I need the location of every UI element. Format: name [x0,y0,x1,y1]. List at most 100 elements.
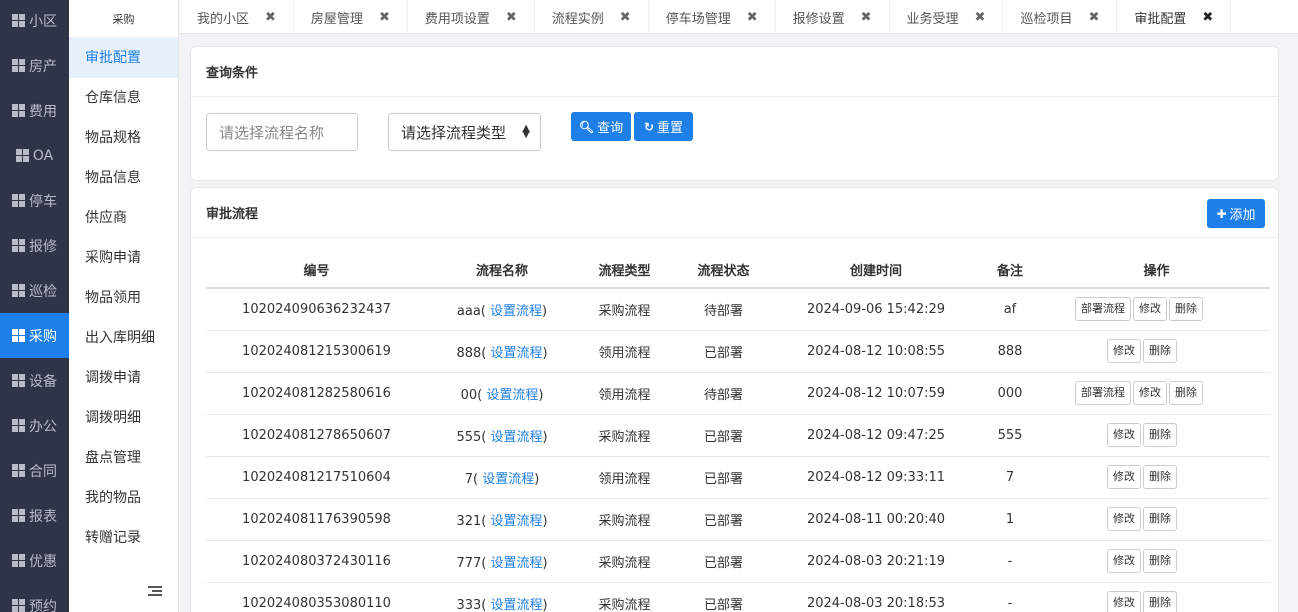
flow-name-input[interactable]: 请选择流程名称 [206,113,358,151]
edit-button[interactable]: 修改 [1133,381,1167,405]
nav-item-9[interactable]: 办公 [0,403,69,448]
flow-type-cell: 领用流程 [577,456,672,499]
edit-button[interactable]: 修改 [1107,339,1141,363]
edit-button[interactable]: 修改 [1107,507,1141,531]
nav-item-10[interactable]: 合同 [0,448,69,493]
nav-item-5[interactable]: 报修 [0,223,69,268]
set-flow-link[interactable]: 设置流程 [490,304,542,319]
close-icon[interactable]: ✖ [975,10,986,25]
sub-menu-item[interactable]: 供应商 [69,198,178,238]
delete-button[interactable]: 删除 [1143,339,1177,363]
sub-menu-item[interactable]: 出入库明细 [69,318,178,358]
sub-menu-item[interactable]: 审批配置 [69,38,178,78]
close-icon[interactable]: ✖ [265,10,276,25]
sub-menu-item[interactable]: 调拨申请 [69,358,178,398]
deploy-button[interactable]: 部署流程 [1075,381,1131,405]
nav-item-1[interactable]: 房产 [0,43,69,88]
sub-menu: 采购 审批配置 仓库信息 物品规格 物品信息 供应商 采购申请 物品领用 出入库明细 调拨申请调… [69,0,179,612]
search-button[interactable]: 🔍︎ 查询 [571,112,631,141]
sub-menu-item[interactable]: 转赠记录 [69,518,178,558]
set-flow-link[interactable]: 设置流程 [490,556,542,571]
created-time-cell: 2024-08-12 09:47:25 [775,414,977,457]
flow-status-cell: 已部署 [672,540,775,583]
sub-menu-item[interactable]: 物品信息 [69,158,178,198]
tab-item[interactable]: 审批配置 ✖ [1117,0,1232,34]
flow-status-cell: 已部署 [672,582,775,612]
paren-close: ) [542,555,548,571]
sub-menu-item[interactable]: 调拨明细 [69,398,178,438]
tab-item[interactable]: 巡检项目 ✖ [1003,0,1118,34]
flow-name: 7( [464,471,483,487]
delete-button[interactable]: 删除 [1143,549,1177,573]
set-flow-link[interactable]: 设置流程 [490,430,542,445]
grid-icon [12,509,25,522]
sub-menu-item[interactable]: 仓库信息 [69,78,178,118]
edit-button[interactable]: 修改 [1133,297,1167,322]
flow-type-cell: 采购流程 [577,540,672,583]
tab-item[interactable]: 停车场管理 ✖ [649,0,776,34]
close-icon[interactable]: ✖ [1202,10,1213,25]
remark-cell: af [977,288,1043,331]
column-header: 流程类型 [577,252,672,289]
set-flow-link[interactable]: 设置流程 [490,598,542,612]
set-flow-link[interactable]: 设置流程 [490,514,542,529]
nav-item-8[interactable]: 设备 [0,358,69,403]
collapse-menu-icon[interactable] [148,586,162,598]
deploy-button[interactable]: 部署流程 [1075,297,1131,322]
close-icon[interactable]: ✖ [379,10,390,25]
edit-button[interactable]: 修改 [1107,423,1141,447]
delete-button[interactable]: 删除 [1143,465,1177,489]
nav-item-label: 采购 [29,328,57,345]
edit-button[interactable]: 修改 [1107,591,1141,612]
grid-icon [12,464,25,477]
nav-item-6[interactable]: 巡检 [0,268,69,313]
actions-cell: 修改 删除 [1043,414,1270,457]
tab-item[interactable]: 报修设置 ✖ [776,0,890,34]
tab-item[interactable]: 费用项设置 ✖ [408,0,535,34]
edit-button[interactable]: 修改 [1107,549,1141,573]
delete-button[interactable]: 删除 [1143,507,1177,531]
delete-button[interactable]: 删除 [1143,423,1177,447]
flow-type-select[interactable]: 请选择流程类型 ▲ ▼ [388,113,541,151]
close-icon[interactable]: ✖ [1088,10,1099,25]
nav-item-11[interactable]: 报表 [0,493,69,538]
delete-button[interactable]: 删除 [1169,381,1203,405]
close-icon[interactable]: ✖ [861,10,872,25]
sub-menu-item[interactable]: 物品规格 [69,118,178,158]
flows-panel: 审批流程 ✚ 添加 编号 流程名称 流程类型 流程状态 创建时间 备注 操作 1020240… [190,187,1279,612]
remark-cell: 7 [977,456,1043,499]
sub-menu-item[interactable]: 盘点管理 [69,438,178,478]
grid-icon [15,149,29,162]
flow-name-cell: aaa( 设置流程) [427,288,577,331]
close-icon[interactable]: ✖ [620,10,631,25]
set-flow-link[interactable]: 设置流程 [486,388,538,403]
delete-button[interactable]: 删除 [1143,591,1177,612]
tab-item[interactable]: 业务受理 ✖ [890,0,1004,34]
edit-button[interactable]: 修改 [1107,465,1141,489]
flow-name-cell: 777( 设置流程) [427,540,577,583]
nav-item-0[interactable]: 小区 [0,0,69,43]
nav-item-2[interactable]: 费用 [0,88,69,133]
close-icon[interactable]: ✖ [506,10,517,25]
nav-item-4[interactable]: 停车 [0,178,69,223]
tab-label: 房屋管理 [310,11,363,27]
tab-item[interactable]: 房屋管理 ✖ [294,0,408,34]
flow-name: 00( [460,387,487,403]
sub-menu-item[interactable]: 物品领用 [69,278,178,318]
add-flow-button[interactable]: ✚ 添加 [1207,199,1265,228]
set-flow-link[interactable]: 设置流程 [490,346,542,361]
nav-item-3[interactable]: OA [0,133,69,178]
tab-item[interactable]: 流程实例 ✖ [535,0,649,34]
nav-item-13[interactable]: 预约 [0,583,69,612]
nav-item-7[interactable]: 采购 [0,313,69,358]
delete-button[interactable]: 删除 [1169,297,1203,322]
nav-item-label: 房产 [29,58,57,75]
nav-item-12[interactable]: 优惠 [0,538,69,583]
sub-menu-item[interactable]: 采购申请 [69,238,178,278]
refresh-icon: ↻ [643,119,655,134]
sub-menu-item[interactable]: 我的物品 [69,478,178,518]
tab-item[interactable]: 我的小区 ✖ [180,0,294,34]
close-icon[interactable]: ✖ [747,10,758,25]
set-flow-link[interactable]: 设置流程 [482,472,534,487]
reset-button[interactable]: ↻ 重置 [634,112,693,141]
